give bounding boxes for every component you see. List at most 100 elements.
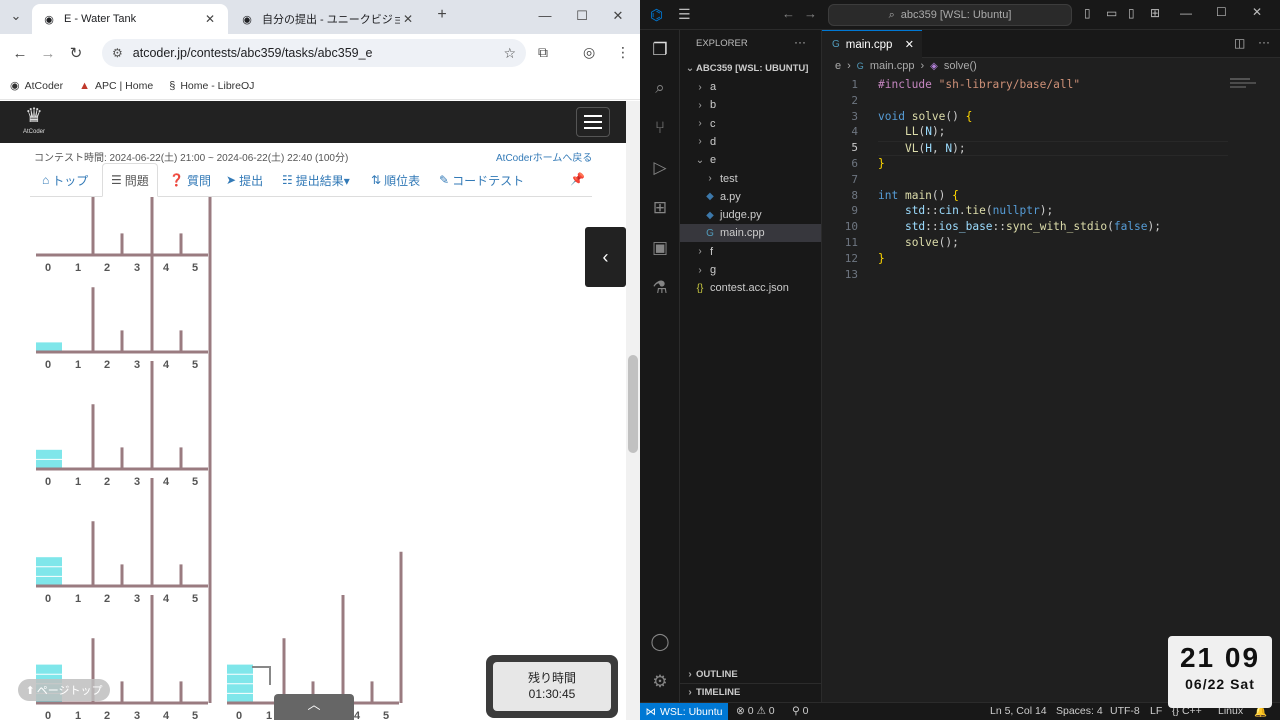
tab-tasks[interactable]: ☰ 問題 [102, 163, 158, 197]
tree-item[interactable]: ⌄ e [680, 151, 821, 169]
code-line[interactable]: void solve() { [878, 110, 972, 123]
close-window-icon[interactable]: ✕ [1252, 5, 1262, 19]
extensions-icon[interactable]: ⧉ [538, 44, 548, 61]
cpp-file-icon: G [706, 227, 714, 239]
source-control-icon[interactable]: ⑂ [648, 116, 672, 140]
line-number: 8 [851, 188, 858, 202]
editor-tab-main-cpp[interactable]: G main.cpp ✕ [822, 30, 922, 58]
code-line[interactable]: } [878, 157, 885, 170]
bookmark-libreoj[interactable]: § Home - LibreOJ [169, 80, 254, 92]
profile-icon[interactable]: ◎ [583, 44, 595, 61]
tab-submit[interactable]: ➤ 提出 [226, 163, 263, 197]
code-line[interactable]: std::ios_base::sync_with_stdio(false); [878, 220, 1161, 233]
scrollbar-thumb[interactable] [628, 355, 638, 453]
atcoder-home-link[interactable]: AtCoderホームへ戻る [496, 149, 592, 164]
problems-indicator[interactable]: ⊗ 0 ⚠ 0 [736, 705, 775, 717]
minimize-icon[interactable]: — [535, 8, 555, 23]
tree-item[interactable]: › f [680, 243, 821, 261]
code-line[interactable]: solve(); [878, 236, 959, 249]
new-tab-icon[interactable]: + [432, 6, 452, 24]
forward-icon[interactable]: → [34, 45, 62, 62]
end-of-line[interactable]: LF [1150, 705, 1162, 717]
customize-layout-icon[interactable]: ⊞ [1150, 6, 1160, 20]
code-line[interactable]: std::cin.tie(nullptr); [878, 204, 1053, 217]
minimap[interactable] [1230, 76, 1260, 92]
page-top-button[interactable]: ⬆ ページトップ [18, 679, 110, 701]
hamburger-menu-button[interactable] [576, 107, 610, 137]
toggle-sidebar-icon[interactable]: ▯ [1084, 6, 1091, 20]
more-actions-icon[interactable]: ··· [794, 35, 806, 49]
extensions-icon[interactable]: ⊞ [648, 196, 672, 220]
tree-item[interactable]: › g [680, 261, 821, 279]
editor-more-icon[interactable]: ··· [1258, 35, 1270, 49]
breadcrumb-symbol[interactable]: solve() [944, 60, 977, 72]
tab-questions[interactable]: ❓ 質問 [169, 163, 211, 197]
tree-item[interactable]: {} contest.acc.json [680, 279, 821, 297]
toggle-panel-icon[interactable]: ▭ [1106, 6, 1117, 20]
timeline-section[interactable]: › TIMELINE [680, 683, 821, 701]
browser-tab-active[interactable]: ◉ E - Water Tank ✕ [32, 4, 228, 34]
reload-icon[interactable]: ↻ [62, 44, 90, 62]
bookmark-apc[interactable]: ▲ APC | Home [79, 80, 153, 92]
outline-section[interactable]: › OUTLINE [680, 665, 821, 683]
tree-item[interactable]: Gmain.cpp [680, 224, 821, 243]
tree-item[interactable]: › c [680, 115, 821, 133]
bookmark-star-icon[interactable]: ☆ [503, 45, 516, 62]
maximize-icon[interactable]: ☐ [572, 8, 592, 24]
encoding[interactable]: UTF-8 [1110, 705, 1140, 717]
browser-tab[interactable]: ◉ 自分の提出 - ユニークビジョンプログ ✕ [230, 4, 426, 34]
tab-code-test[interactable]: ✎ コードテスト [439, 163, 524, 197]
site-info-icon[interactable]: ⚙ [112, 46, 123, 60]
code-line[interactable]: #include "sh-library/base/all" [878, 78, 1080, 91]
tree-item[interactable]: ◆ judge.py [680, 206, 821, 224]
command-center-search[interactable]: ⌕ abc359 [WSL: Ubuntu] [828, 4, 1072, 26]
code-line[interactable]: VL(H, N); [878, 141, 1228, 157]
tree-item-label: e [710, 154, 717, 167]
explorer-files-icon[interactable]: ❐ [648, 38, 672, 62]
sidebar-toggle-button[interactable]: ‹ [585, 227, 626, 287]
code-line[interactable]: int main() { [878, 189, 959, 202]
code-line[interactable]: } [878, 252, 885, 265]
cursor-position[interactable]: Ln 5, Col 14 [990, 705, 1047, 717]
back-icon[interactable]: ← [6, 45, 34, 62]
search-icon[interactable]: ⌕ [648, 76, 672, 100]
testing-flask-icon[interactable]: ⚗ [648, 276, 672, 300]
scroll-up-button[interactable]: ︿ [274, 694, 354, 720]
tree-item[interactable]: ◆ a.py [680, 188, 821, 206]
close-tab-icon[interactable]: ✕ [202, 12, 218, 26]
maximize-icon[interactable]: ☐ [1216, 5, 1227, 19]
tab-top[interactable]: ⌂ トップ [42, 163, 88, 197]
nav-forward-icon[interactable]: → [804, 6, 817, 21]
indentation[interactable]: Spaces: 4 [1056, 705, 1103, 717]
close-window-icon[interactable]: ✕ [608, 8, 628, 24]
code-line[interactable]: LL(N); [878, 125, 945, 138]
bookmark-atcoder[interactable]: ◉ AtCoder [10, 79, 63, 93]
account-icon[interactable]: ◯ [648, 630, 672, 654]
minimize-icon[interactable]: — [1180, 6, 1192, 20]
close-tab-icon[interactable]: ✕ [400, 12, 416, 26]
toggle-secondary-sidebar-icon[interactable]: ▯ [1128, 6, 1135, 20]
tree-item[interactable]: › b [680, 96, 821, 114]
tree-item[interactable]: › a [680, 78, 821, 96]
workspace-root[interactable]: ⌄ ABC359 [WSL: UBUNTU] [680, 59, 821, 77]
pin-icon[interactable]: 📌 [570, 172, 585, 186]
ports-indicator[interactable]: ⚲ 0 [792, 705, 808, 717]
atcoder-logo[interactable]: ♛ AtCoder [12, 104, 56, 140]
tab-search-icon[interactable]: ⌄ [6, 8, 26, 24]
tab-standings[interactable]: ⇅ 順位表 [371, 163, 420, 197]
split-editor-icon[interactable]: ◫ [1234, 36, 1245, 50]
breadcrumb-folder[interactable]: e [835, 60, 841, 72]
tab-results[interactable]: ☷ 提出結果▾ [282, 163, 350, 197]
settings-gear-icon[interactable]: ⚙ [648, 670, 672, 694]
remote-indicator[interactable]: ⋈ WSL: Ubuntu [640, 703, 728, 720]
menu-kebab-icon[interactable]: ⋮ [616, 44, 630, 61]
close-tab-icon[interactable]: ✕ [905, 38, 914, 51]
run-debug-icon[interactable]: ▷ [648, 156, 672, 180]
remote-explorer-icon[interactable]: ▣ [648, 236, 672, 260]
tree-item[interactable]: › d [680, 133, 821, 151]
breadcrumb-file[interactable]: main.cpp [870, 60, 915, 72]
tree-item[interactable]: › test [680, 170, 821, 188]
url-omnibox[interactable]: ⚙ atcoder.jp/contests/abc359/tasks/abc35… [102, 39, 526, 67]
nav-back-icon[interactable]: ← [782, 6, 795, 21]
menu-icon[interactable]: ☰ [678, 6, 691, 23]
